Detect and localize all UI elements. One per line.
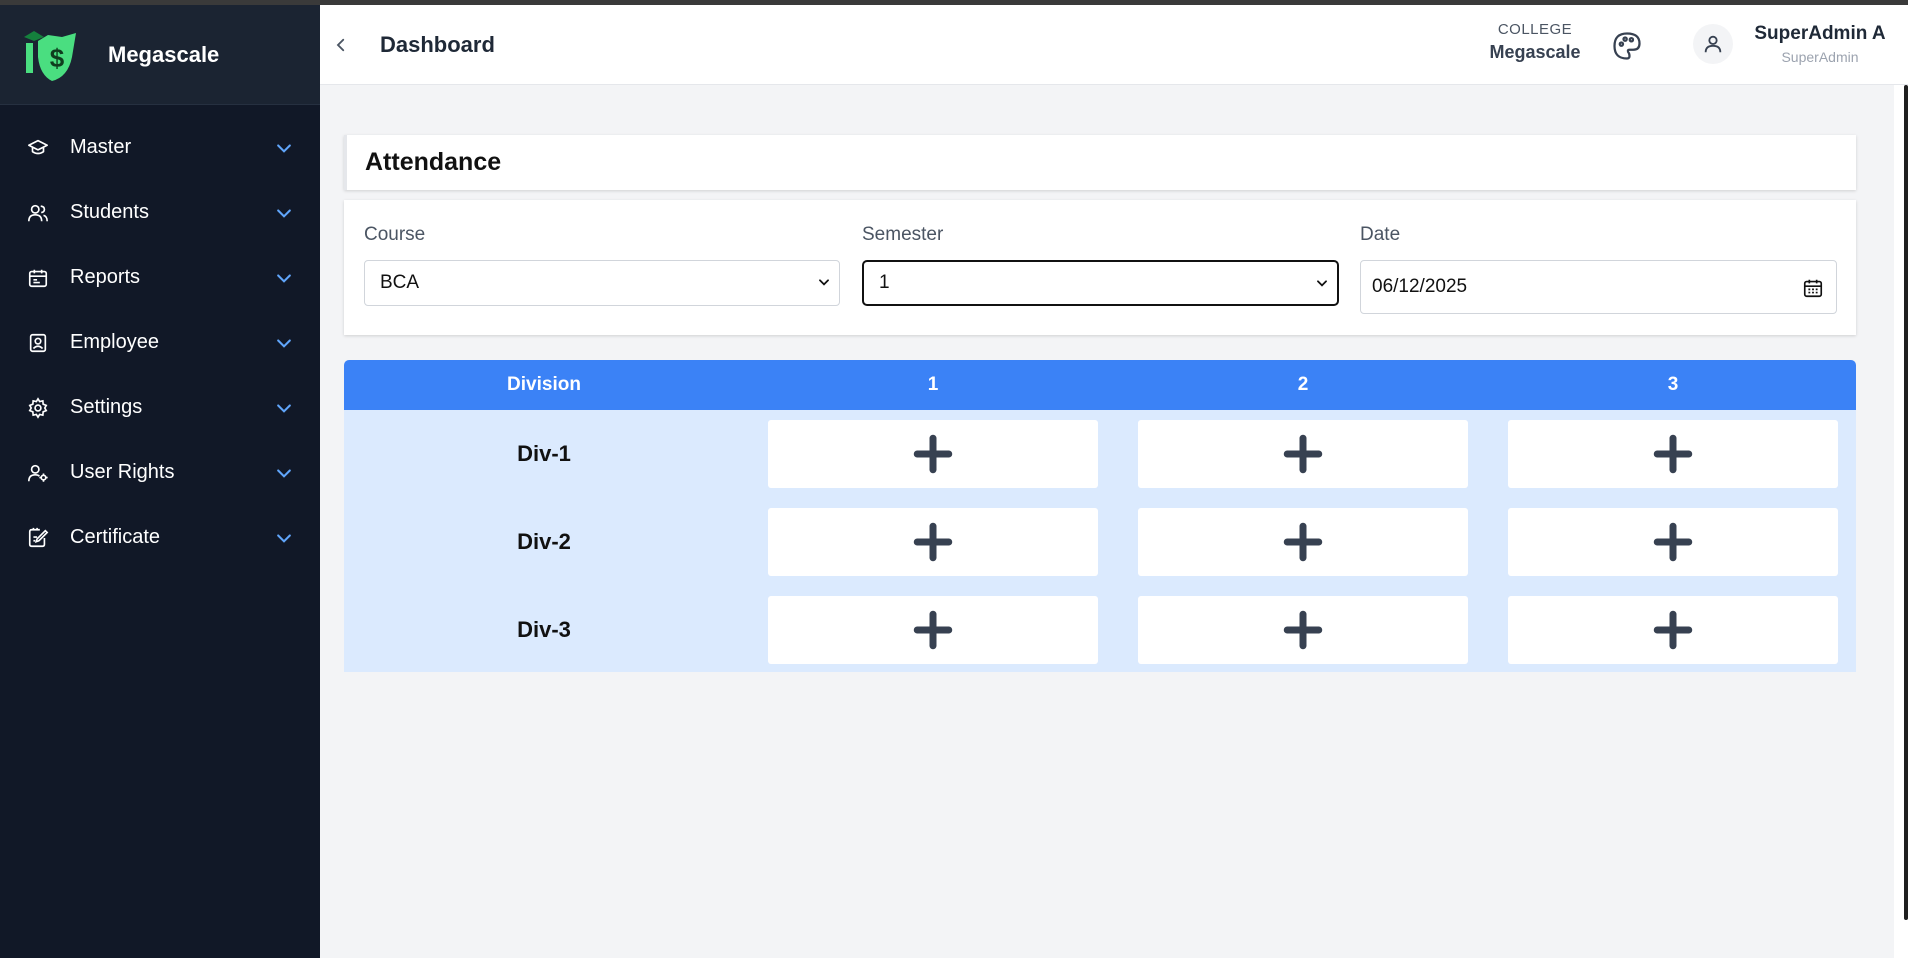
user-name: SuperAdmin A: [1754, 23, 1886, 44]
add-attendance-button[interactable]: [768, 596, 1098, 664]
main-content: Attendance Course BCA Semester 1 Date 06…: [320, 115, 1875, 958]
avatar[interactable]: [1693, 24, 1733, 64]
add-attendance-button[interactable]: [1508, 420, 1838, 488]
add-attendance-button[interactable]: [1508, 596, 1838, 664]
sidebar-item-user-rights[interactable]: User Rights: [0, 440, 320, 505]
sidebar-item-label: Master: [70, 136, 132, 158]
gear-icon: [26, 396, 50, 420]
plus-icon: [1283, 434, 1323, 474]
sidebar-item-reports[interactable]: Reports: [0, 245, 320, 310]
chevron-down-icon: [1317, 280, 1327, 287]
date-label: Date: [1360, 224, 1401, 245]
top-header: Dashboard COLLEGE Megascale SuperAdmin A…: [320, 5, 1908, 85]
chevron-down-icon: [819, 279, 829, 286]
course-value: BCA: [380, 272, 420, 293]
id-badge-icon: [26, 331, 50, 355]
attendance-title-card: Attendance: [344, 135, 1856, 190]
division-label: Div-2: [517, 529, 571, 554]
college-name: Megascale: [1489, 42, 1581, 62]
svg-text:$: $: [50, 43, 65, 73]
add-attendance-button[interactable]: [768, 420, 1098, 488]
header-lecture-1: 1: [927, 374, 939, 395]
plus-icon: [1653, 610, 1693, 650]
megascale-logo-icon: $: [24, 27, 80, 83]
course-label: Course: [364, 224, 426, 245]
sidebar-item-label: Certificate: [70, 526, 161, 548]
header-lecture-2: 2: [1297, 374, 1309, 395]
date-value: 06/12/2025: [1372, 276, 1468, 297]
attendance-table: Division 1 2 3 Div-1 Div-2 Div-3: [344, 360, 1856, 672]
add-attendance-button[interactable]: [1138, 508, 1468, 576]
sidebar-item-label: Employee: [70, 331, 159, 353]
add-attendance-button[interactable]: [1508, 508, 1838, 576]
chevron-down-icon: [277, 533, 291, 543]
semester-field: Semester 1: [862, 224, 1339, 306]
page-title: Dashboard: [380, 31, 495, 57]
palette-icon: [1613, 32, 1641, 60]
plus-icon: [1653, 434, 1693, 474]
table-row: Div-2: [344, 508, 1856, 576]
sidebar-item-label: Settings: [70, 396, 143, 418]
college-info: COLLEGE Megascale: [1485, 21, 1585, 63]
header-lecture-3: 3: [1667, 374, 1679, 395]
plus-icon: [913, 434, 953, 474]
theme-palette-button[interactable]: [1612, 31, 1642, 61]
plus-icon: [913, 610, 953, 650]
brand-name: Megascale: [108, 41, 220, 67]
semester-select[interactable]: 1: [862, 260, 1339, 306]
user-info[interactable]: SuperAdmin A SuperAdmin: [1740, 23, 1900, 65]
division-label: Div-1: [517, 441, 571, 466]
semester-label: Semester: [862, 224, 944, 245]
sidebar-item-label: Students: [70, 201, 149, 223]
sidebar-item-label: Reports: [70, 266, 141, 288]
course-select[interactable]: BCA: [364, 260, 840, 306]
graduation-cap-icon: [26, 136, 50, 160]
sidebar-item-label: User Rights: [70, 461, 175, 483]
user-cog-icon: [26, 461, 50, 485]
chevron-down-icon: [277, 403, 291, 413]
date-field: Date 06/12/2025: [1360, 224, 1837, 314]
table-row: Div-1: [344, 420, 1856, 488]
users-icon: [26, 201, 50, 225]
section-title: Attendance: [365, 148, 502, 176]
calendar-icon[interactable]: [1802, 277, 1824, 299]
date-input[interactable]: 06/12/2025: [1360, 260, 1837, 314]
chevron-down-icon: [277, 208, 291, 218]
filters-card: Course BCA Semester 1 Date 06/12/2025: [344, 200, 1856, 335]
division-label: Div-3: [517, 617, 571, 642]
plus-icon: [1653, 522, 1693, 562]
sidebar-item-certificate[interactable]: Certificate: [0, 505, 320, 570]
table-row: Div-3: [344, 596, 1856, 664]
add-attendance-button[interactable]: [1138, 596, 1468, 664]
sidebar-item-settings[interactable]: Settings: [0, 375, 320, 440]
add-attendance-button[interactable]: [1138, 420, 1468, 488]
plus-icon: [913, 522, 953, 562]
course-field: Course BCA: [364, 224, 840, 306]
chevron-down-icon: [277, 143, 291, 153]
user-icon: [1704, 35, 1722, 53]
certificate-edit-icon: [26, 526, 50, 550]
chevron-left-icon: [336, 38, 345, 51]
calendar-report-icon: [26, 266, 50, 290]
user-role: SuperAdmin: [1781, 49, 1859, 65]
scrollbar-thumb[interactable]: [1904, 85, 1908, 920]
collapse-sidebar-button[interactable]: [326, 30, 356, 60]
table-header: Division 1 2 3: [344, 360, 1856, 410]
sidebar: $ Megascale Master Students Reports Empl…: [0, 5, 320, 958]
semester-value: 1: [879, 272, 890, 293]
sidebar-item-students[interactable]: Students: [0, 180, 320, 245]
add-attendance-button[interactable]: [768, 508, 1098, 576]
sidebar-item-employee[interactable]: Employee: [0, 310, 320, 375]
brand[interactable]: $ Megascale: [0, 5, 320, 105]
chevron-down-icon: [277, 273, 291, 283]
chevron-down-icon: [277, 338, 291, 348]
chevron-down-icon: [277, 468, 291, 478]
plus-icon: [1283, 522, 1323, 562]
plus-icon: [1283, 610, 1323, 650]
college-label: COLLEGE: [1497, 21, 1573, 38]
header-division: Division: [507, 374, 581, 395]
sidebar-nav: Master Students Reports Employee Setting…: [0, 115, 320, 570]
sidebar-item-master[interactable]: Master: [0, 115, 320, 180]
